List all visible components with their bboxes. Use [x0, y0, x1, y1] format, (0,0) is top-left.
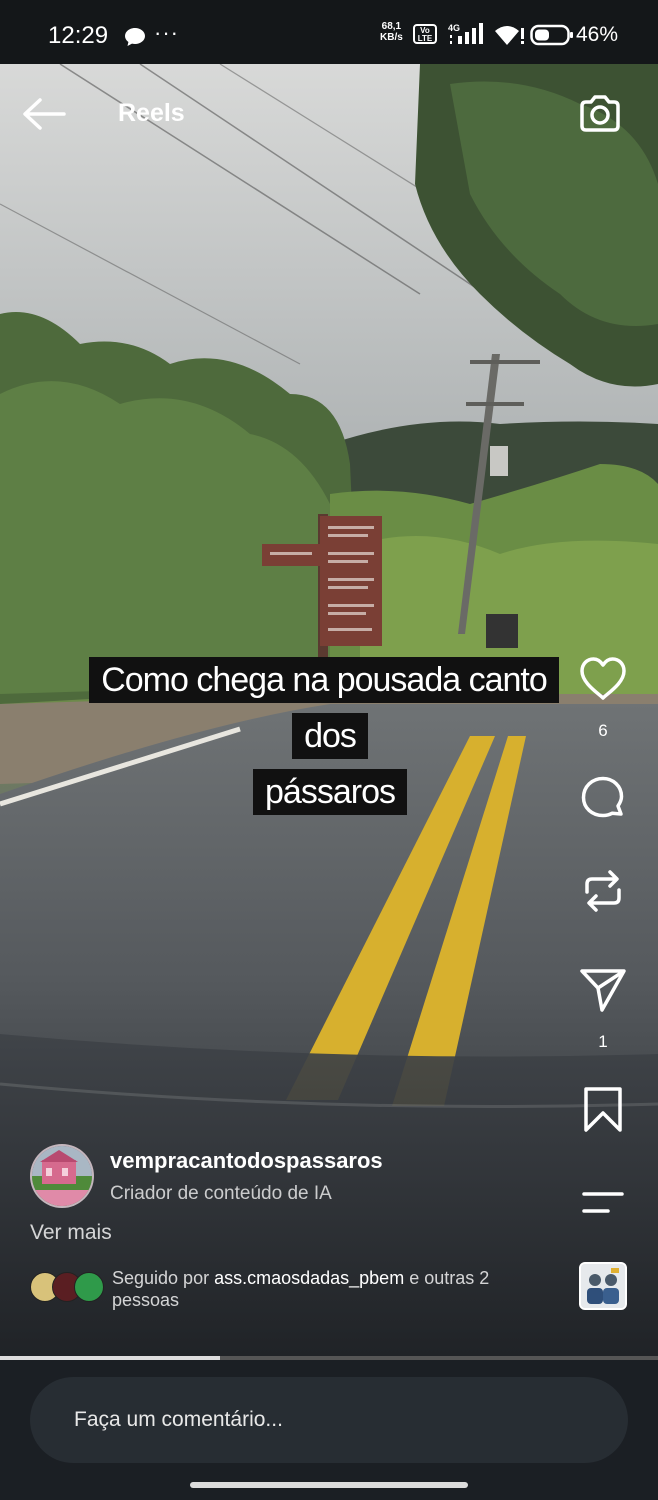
- arrow-left-icon[interactable]: [20, 96, 68, 132]
- share-count: 1: [598, 1032, 608, 1051]
- camera-icon[interactable]: [576, 92, 624, 136]
- video-progress-bar[interactable]: [0, 1356, 658, 1360]
- wifi-icon: [495, 26, 524, 45]
- chat-bubble-icon: [125, 28, 145, 46]
- network-speed-value: 68,1: [381, 21, 402, 32]
- signal-icon: 4G: [448, 23, 483, 44]
- bookmark-icon[interactable]: [578, 1084, 628, 1134]
- battery-icon: [530, 24, 573, 46]
- comment-placeholder: Faça um comentário...: [74, 1408, 283, 1431]
- network-type: 4G: [448, 23, 460, 33]
- author-subtitle: Criador de conteúdo de IA: [110, 1183, 332, 1204]
- follower-avatar: [74, 1272, 104, 1302]
- home-indicator[interactable]: [190, 1482, 468, 1488]
- status-bar: 12:29 ··· 68,1 KB/s Vo LTE 4G 46%: [0, 0, 658, 64]
- comment-input[interactable]: Faça um comentário...: [30, 1377, 628, 1463]
- comment-icon[interactable]: [578, 774, 628, 824]
- like-count: 6: [598, 721, 608, 740]
- followed-by-prefix: Seguido por: [112, 1268, 215, 1288]
- audio-thumbnail-image: [581, 1264, 625, 1308]
- status-more-dots: ···: [154, 20, 179, 45]
- paper-plane-icon[interactable]: [578, 964, 628, 1014]
- heart-icon[interactable]: [578, 654, 628, 704]
- volte-bottom: LTE: [417, 34, 433, 43]
- page-title: Reels: [118, 99, 185, 127]
- video-caption: Como chega na pousada canto dos pássaros: [70, 656, 590, 824]
- caption-line-2: pássaros: [253, 769, 407, 815]
- menu-lines-icon[interactable]: [578, 1180, 628, 1230]
- volte-icon: Vo LTE: [413, 24, 437, 44]
- caption-line-1: Como chega na pousada canto dos: [89, 657, 559, 759]
- followed-by-text[interactable]: Seguido por ass.cmaosdadas_pbem e outras…: [112, 1267, 552, 1311]
- audio-thumbnail[interactable]: [579, 1262, 627, 1310]
- author-username[interactable]: vempracantodospassaros: [110, 1148, 383, 1174]
- avatar[interactable]: [30, 1144, 94, 1208]
- followed-by-account: ass.cmaosdadas_pbem: [214, 1268, 405, 1288]
- battery-percent: 46%: [576, 23, 619, 46]
- status-time: 12:29: [48, 22, 109, 49]
- see-more-link[interactable]: Ver mais: [30, 1221, 112, 1245]
- network-speed: 68,1 KB/s: [380, 21, 403, 43]
- repost-icon[interactable]: [578, 866, 628, 916]
- network-speed-unit: KB/s: [380, 32, 403, 43]
- follower-avatars: [30, 1272, 104, 1302]
- avatar-image: [32, 1146, 92, 1206]
- video-progress-fill: [0, 1356, 221, 1360]
